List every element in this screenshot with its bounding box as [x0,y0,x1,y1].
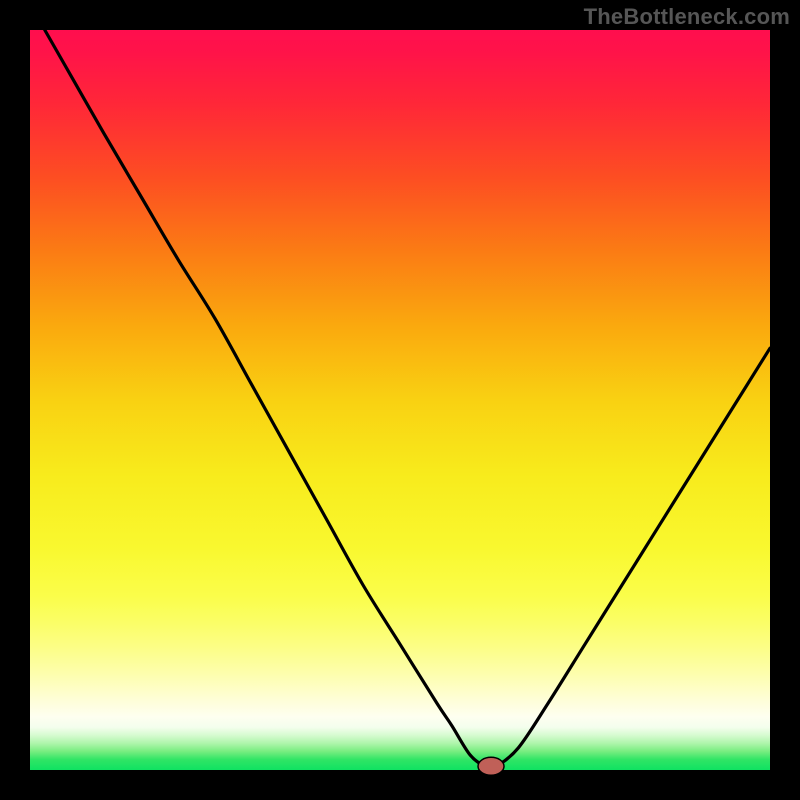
optimal-marker [478,757,504,775]
plot-background [30,30,770,770]
chart-frame: { "watermark": "TheBottleneck.com", "plo… [0,0,800,800]
bottleneck-chart [0,0,800,800]
watermark-text: TheBottleneck.com [584,4,790,30]
